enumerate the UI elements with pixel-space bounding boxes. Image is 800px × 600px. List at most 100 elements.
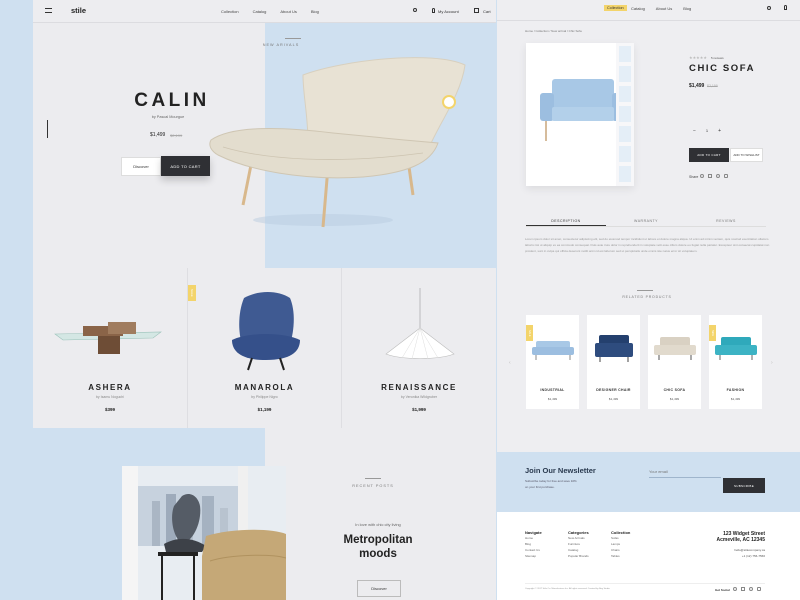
top-nav: stile Collection Catalog About Us Blog M… — [33, 0, 496, 22]
post-title-line2[interactable]: moods — [303, 547, 453, 561]
top-nav: Collection Catalog About Us Blog — [497, 0, 800, 20]
subscribe-button[interactable]: SUBSCRIBE — [723, 478, 765, 493]
quantity-stepper[interactable]: − 1 + — [693, 128, 721, 134]
product-card[interactable]: ASHERA by Isamu Noguchi $399 — [33, 268, 187, 428]
twitter-icon[interactable] — [700, 174, 704, 178]
footer: Navigate Home Blog Contact Us Sitemap Ca… — [497, 512, 800, 600]
thumbnail[interactable] — [619, 66, 631, 82]
nav-collection[interactable]: Collection — [221, 9, 239, 14]
nav-about[interactable]: About Us — [656, 6, 672, 11]
copyright: Copyright © 2017 Stile Co. Manufacturer … — [525, 588, 610, 590]
product-title: CHIC SOFA — [689, 63, 756, 74]
user-icon[interactable] — [784, 5, 787, 10]
city-photo — [122, 466, 286, 600]
product-card[interactable]: RENAISSANCE by Veronika Wildgruber $1,99… — [342, 268, 496, 428]
facebook-icon[interactable] — [708, 174, 712, 178]
nav-blog[interactable]: Blog — [311, 9, 319, 14]
related-label: RELATED PRODUCTS — [622, 295, 672, 299]
beige-sofa-thumb — [654, 337, 696, 360]
related-line — [637, 290, 653, 291]
post-title-line1[interactable]: Metropolitan — [303, 533, 453, 547]
footer-link[interactable]: Popular Brands — [568, 553, 589, 559]
newsletter-section: Join Our Newsletter Subscribe today for … — [497, 452, 800, 512]
twitter-icon[interactable] — [733, 587, 737, 591]
description-text: Lorem ipsum dolor sit amet, consectetur … — [525, 237, 770, 253]
teal-chair-thumb — [715, 337, 757, 360]
blog-bg-right — [265, 428, 496, 600]
thumbnail[interactable] — [619, 146, 631, 162]
nav-collection[interactable]: Collection — [604, 5, 627, 11]
cart-icon[interactable] — [474, 8, 479, 13]
menu-icon[interactable] — [45, 8, 52, 13]
related-card[interactable]: SALE INDUSTRIAL $1,499 — [526, 315, 579, 409]
thumbnail[interactable] — [619, 86, 631, 102]
next-arrow-icon[interactable]: › — [771, 360, 773, 366]
instagram-icon[interactable] — [757, 587, 761, 591]
newsletter-text-2: on your first purchase. — [525, 485, 555, 489]
footer-link[interactable]: Sitemap — [525, 553, 542, 559]
product-price: $1,199 — [257, 407, 272, 412]
blog-image[interactable] — [122, 466, 286, 600]
thumbnail[interactable] — [619, 46, 631, 62]
thumbnail[interactable] — [619, 126, 631, 142]
related-price: $1,499 — [547, 397, 558, 401]
search-icon[interactable] — [413, 8, 417, 12]
related-name: INDUSTRIAL — [540, 388, 565, 392]
divider — [497, 20, 800, 21]
sofa-image — [540, 79, 626, 141]
product-card[interactable]: SALE MANAROLA by Philippe Nigro $1,199 — [188, 268, 341, 428]
nav-catalog[interactable]: Catalog — [631, 6, 645, 11]
tab-reviews[interactable]: REVIEWS — [686, 215, 766, 226]
tab-description[interactable]: DESCRIPTION — [526, 215, 606, 226]
hero-chair-image — [209, 57, 466, 228]
rating-stars: ★★★★★ — [689, 55, 707, 60]
nav-about[interactable]: About Us — [280, 9, 296, 14]
review-count[interactable]: 5 reviews — [711, 56, 724, 60]
add-to-cart-button[interactable]: ADD TO CART — [689, 148, 729, 162]
search-icon[interactable] — [767, 6, 771, 10]
wishlist-button[interactable]: ADD TO WISHLIST — [730, 148, 763, 162]
product-page: Collection Catalog About Us Blog Home / … — [497, 0, 800, 600]
post-discover-button[interactable]: Discover — [357, 580, 401, 597]
thumbnail-strip — [616, 43, 634, 186]
pinterest-icon[interactable] — [749, 587, 753, 591]
post-title[interactable]: Metropolitan moods — [303, 533, 453, 561]
thumbnail[interactable] — [619, 166, 631, 182]
product-price: $1,999 — [412, 407, 426, 412]
related-card[interactable]: NEW FASHION $1,499 — [709, 315, 762, 409]
footer-col-categories: Categories New Arrivals Furniture Catalo… — [568, 530, 589, 559]
related-card[interactable]: CHIC SOFA $1,499 — [648, 315, 701, 409]
minus-icon[interactable]: − — [693, 128, 696, 134]
hero-discover-button[interactable]: Discover — [121, 157, 161, 176]
prev-arrow-icon[interactable]: ‹ — [509, 360, 511, 366]
lamp-image — [385, 288, 455, 360]
sofa-thumb — [532, 341, 574, 360]
facebook-icon[interactable] — [741, 587, 745, 591]
post-kicker: In love with chic city living — [355, 522, 401, 527]
user-icon[interactable] — [432, 8, 435, 13]
footer-email[interactable]: hello@stilecompany.ca — [693, 548, 765, 552]
quantity-value: 1 — [705, 128, 709, 133]
instagram-icon[interactable] — [724, 174, 728, 178]
plus-icon[interactable]: + — [718, 128, 721, 134]
logo[interactable]: stile — [71, 6, 86, 15]
slider-indicator[interactable] — [47, 120, 48, 138]
recent-posts-label: RECENT POSTS — [352, 484, 394, 488]
home-page: stile Collection Catalog About Us Blog M… — [33, 0, 496, 600]
new-arrivals-label: NEW ARIVALS — [262, 43, 300, 47]
thumbnail[interactable] — [619, 106, 631, 122]
product-name: RENAISSANCE — [381, 383, 457, 392]
related-card[interactable]: DESIGNER CHAIR $1,499 — [587, 315, 640, 409]
sale-tag: SALE — [188, 285, 196, 301]
table-image — [54, 322, 162, 354]
nav-blog[interactable]: Blog — [683, 6, 691, 11]
pinterest-icon[interactable] — [716, 174, 720, 178]
account-link[interactable]: My Account — [438, 9, 459, 14]
cart-link[interactable]: Cart — [483, 9, 491, 14]
nav-catalog[interactable]: Catalog — [253, 9, 267, 14]
tab-warranty[interactable]: WARRANTY — [606, 215, 686, 226]
new-badge-icon[interactable] — [442, 95, 456, 109]
email-input[interactable] — [649, 466, 721, 478]
footer-link[interactable]: Tables — [611, 553, 630, 559]
breadcrumb[interactable]: Home / Collection / New arrival / Chic S… — [525, 29, 582, 33]
